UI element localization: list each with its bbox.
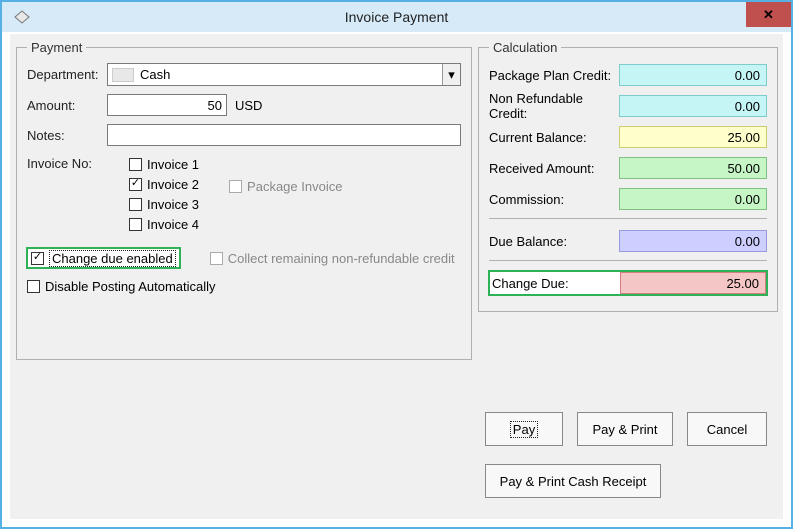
invoice-label: Invoice 1 — [147, 157, 199, 172]
cancel-label: Cancel — [707, 422, 747, 437]
pay-print-cash-receipt-button[interactable]: Pay & Print Cash Receipt — [485, 464, 661, 498]
currency-label: USD — [235, 98, 262, 113]
amount-label: Amount: — [27, 98, 107, 113]
package-plan-credit-label: Package Plan Credit: — [489, 68, 619, 83]
received-amount-label: Received Amount: — [489, 161, 619, 176]
non-refundable-credit-label: Non Refundable Credit: — [489, 91, 619, 121]
payment-group: Payment Department: Cash ▾ Amount: 50 US… — [16, 40, 472, 360]
invoice-1-checkbox[interactable]: Invoice 1 — [129, 154, 199, 174]
commission-value: 0.00 — [619, 188, 767, 210]
current-balance-label: Current Balance: — [489, 130, 619, 145]
pay-print-cash-receipt-label: Pay & Print Cash Receipt — [500, 474, 647, 489]
change-due-value: 25.00 — [620, 272, 766, 294]
package-invoice-label: Package Invoice — [247, 179, 342, 194]
non-refundable-credit-value: 0.00 — [619, 95, 767, 117]
chevron-down-icon: ▾ — [442, 64, 460, 85]
invoice-2-checkbox[interactable]: Invoice 2 — [129, 174, 199, 194]
invoice-label: Invoice 4 — [147, 217, 199, 232]
change-due-enabled-label: Change due enabled — [49, 250, 176, 267]
content-area: Payment Department: Cash ▾ Amount: 50 US… — [10, 34, 783, 519]
due-balance-value: 0.00 — [619, 230, 767, 252]
calculation-legend: Calculation — [489, 40, 561, 55]
pay-label: Pay — [510, 421, 538, 438]
department-label: Department: — [27, 67, 107, 82]
package-plan-credit-value: 0.00 — [619, 64, 767, 86]
collect-remaining-checkbox: Collect remaining non-refundable credit — [210, 248, 455, 268]
due-balance-label: Due Balance: — [489, 234, 619, 249]
close-icon: ✕ — [763, 7, 774, 23]
window-title: Invoice Payment — [2, 9, 791, 25]
package-invoice-checkbox: Package Invoice — [229, 176, 342, 196]
disable-posting-label: Disable Posting Automatically — [45, 279, 216, 294]
separator — [489, 260, 767, 261]
disable-posting-checkbox[interactable]: Disable Posting Automatically — [27, 276, 461, 296]
invoice-3-checkbox[interactable]: Invoice 3 — [129, 194, 199, 214]
cancel-button[interactable]: Cancel — [687, 412, 767, 446]
department-value: Cash — [140, 67, 170, 82]
invoice-no-label: Invoice No: — [27, 154, 107, 171]
amount-input[interactable]: 50 — [107, 94, 227, 116]
received-amount-value: 50.00 — [619, 157, 767, 179]
amount-value: 50 — [208, 98, 222, 113]
notes-input[interactable] — [107, 124, 461, 146]
commission-label: Commission: — [489, 192, 619, 207]
close-button[interactable]: ✕ — [746, 2, 791, 27]
pay-button[interactable]: Pay — [485, 412, 563, 446]
collect-remaining-label: Collect remaining non-refundable credit — [228, 251, 455, 266]
current-balance-value: 25.00 — [619, 126, 767, 148]
invoice-label: Invoice 2 — [147, 177, 199, 192]
title-bar: Invoice Payment ✕ — [2, 2, 791, 32]
invoice-label: Invoice 3 — [147, 197, 199, 212]
calculation-group: Calculation Package Plan Credit: 0.00 No… — [478, 40, 778, 312]
department-dropdown[interactable]: Cash ▾ — [107, 63, 461, 86]
pay-print-label: Pay & Print — [592, 422, 657, 437]
change-due-enabled-checkbox[interactable]: Change due enabled — [27, 248, 180, 268]
payment-legend: Payment — [27, 40, 86, 55]
separator — [489, 218, 767, 219]
invoice-4-checkbox[interactable]: Invoice 4 — [129, 214, 199, 234]
change-due-label: Change Due: — [490, 276, 620, 291]
color-swatch — [112, 68, 134, 82]
pay-print-button[interactable]: Pay & Print — [577, 412, 673, 446]
notes-label: Notes: — [27, 128, 107, 143]
app-icon — [2, 10, 42, 24]
